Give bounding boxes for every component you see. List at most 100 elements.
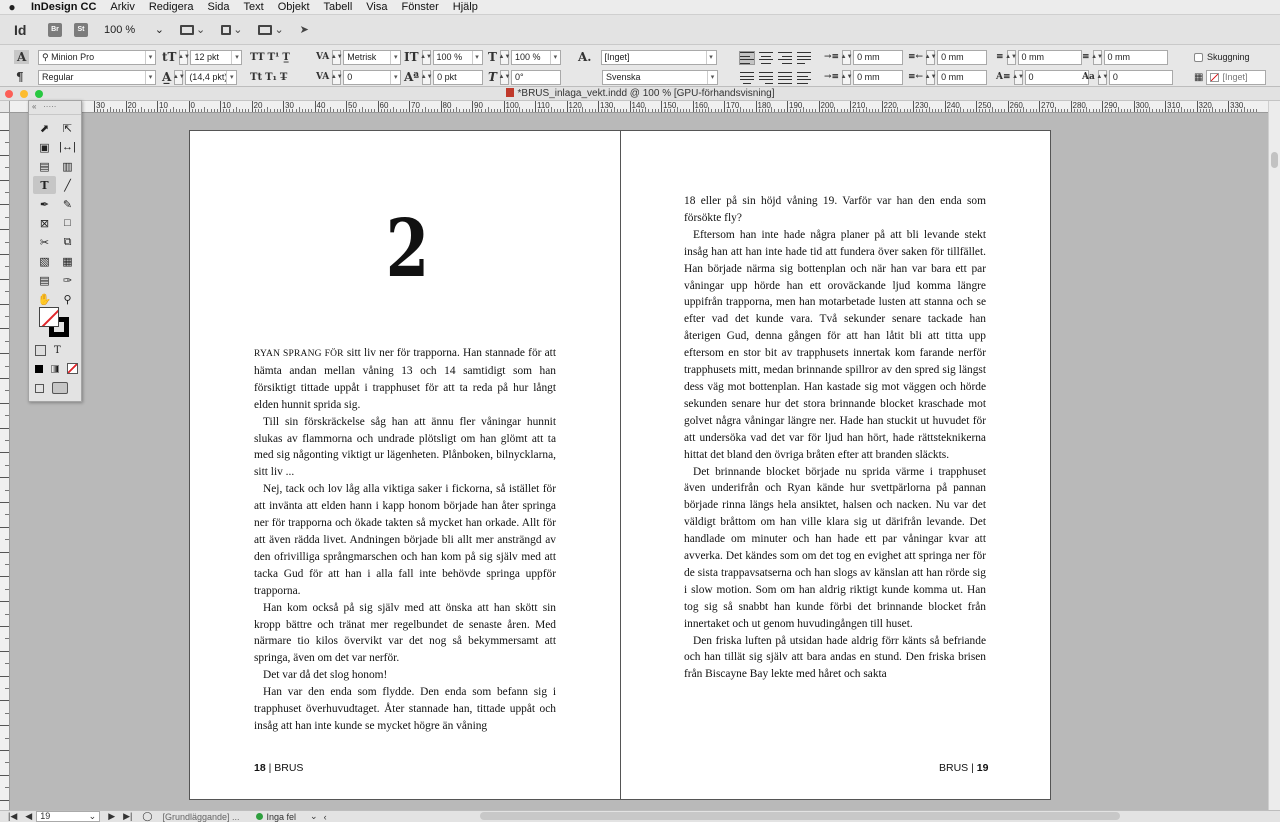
formatting-text-icon[interactable]: T: [54, 345, 61, 356]
gradient-swatch-tool-icon[interactable]: ▧: [33, 252, 56, 270]
apply-color-icon[interactable]: [35, 364, 43, 373]
tracking-stepper[interactable]: ▲▼: [331, 69, 343, 85]
kerning-stepper[interactable]: ▲▼: [331, 49, 343, 65]
menu-hjalp[interactable]: Hjälp: [446, 1, 485, 13]
leading-field[interactable]: (14,4 pkt) ▾: [185, 69, 238, 85]
menu-objekt[interactable]: Objekt: [271, 1, 317, 13]
scroll-left-icon[interactable]: ‹: [324, 812, 327, 822]
leading-stepper[interactable]: ▲▼: [173, 69, 185, 85]
justify-left-icon[interactable]: [797, 52, 811, 64]
page-tool-icon[interactable]: ▣: [33, 138, 56, 156]
font-size-stepper[interactable]: ▲▼: [178, 49, 190, 65]
paragraph-mode-button[interactable]: ¶: [16, 69, 27, 85]
justify-right-icon[interactable]: [759, 72, 773, 84]
horizontal-scale-field[interactable]: 100 % ▾: [510, 49, 561, 65]
left-text-frame[interactable]: RYAN SPRANG FÖR sitt liv ner för trappor…: [254, 345, 556, 735]
horizontal-scroll-thumb[interactable]: [480, 812, 1120, 820]
rectangle-tool-icon[interactable]: □: [56, 214, 79, 232]
align-spine-icon[interactable]: [797, 72, 811, 84]
tracking-field[interactable]: 0 ▾: [343, 69, 402, 85]
pen-tool-icon[interactable]: ✒: [33, 195, 56, 213]
drop-cap-lines-field[interactable]: 0: [1024, 69, 1089, 85]
superscript-icon[interactable]: T¹: [268, 52, 280, 63]
vertical-ruler[interactable]: [0, 113, 10, 810]
drop-cap-chars-stepper[interactable]: ▲▼: [1096, 69, 1108, 85]
first-line-indent-stepper[interactable]: ▲▼: [841, 69, 853, 85]
menu-fonster[interactable]: Fönster: [394, 1, 445, 13]
rectangle-frame-tool-icon[interactable]: ⊠: [33, 214, 56, 232]
free-transform-tool-icon[interactable]: ⧉: [56, 233, 79, 251]
screen-mode-button[interactable]: ⌄: [221, 23, 242, 36]
align-center-icon[interactable]: [759, 52, 773, 64]
stock-button[interactable]: St: [74, 22, 88, 37]
last-line-indent-field[interactable]: 0 mm: [937, 69, 988, 85]
shading-swatch-field[interactable]: [Inget]: [1206, 69, 1267, 85]
grid-icon[interactable]: ▦: [1194, 72, 1203, 83]
shading-toggle[interactable]: Skuggning: [1194, 49, 1250, 65]
right-indent-field[interactable]: 0 mm: [937, 49, 988, 65]
strikethrough-icon[interactable]: T̶: [280, 72, 287, 83]
space-before-stepper[interactable]: ▲▼: [1005, 49, 1017, 65]
selection-tool-icon[interactable]: ⬈: [33, 119, 56, 137]
pencil-tool-icon[interactable]: ✎: [56, 195, 79, 213]
eyedropper-tool-icon[interactable]: ✑: [56, 271, 79, 289]
menu-sida[interactable]: Sida: [201, 1, 237, 13]
character-style-field[interactable]: [Inget] ▾: [600, 49, 717, 65]
right-indent-stepper[interactable]: ▲▼: [925, 49, 937, 65]
small-caps-icon[interactable]: Tt: [250, 72, 262, 83]
first-page-button[interactable]: |◀: [8, 811, 17, 822]
next-page-button[interactable]: ▶: [108, 811, 115, 822]
formatting-container-icon[interactable]: [35, 345, 46, 356]
space-after-field[interactable]: 0 mm: [1103, 49, 1168, 65]
baseline-shift-field[interactable]: 0 pkt: [433, 69, 484, 85]
vertical-scale-stepper[interactable]: ▲▼: [420, 49, 432, 65]
gap-tool-icon[interactable]: |↔|: [56, 138, 79, 156]
fill-stroke-swatches[interactable]: [39, 307, 71, 339]
justify-center-icon[interactable]: [740, 72, 754, 84]
align-left-icon[interactable]: [739, 51, 755, 65]
horizontal-scale-stepper[interactable]: ▲▼: [499, 49, 510, 65]
font-style-field[interactable]: Regular ▾: [38, 69, 156, 85]
drop-cap-lines-stepper[interactable]: ▲▼: [1012, 69, 1024, 85]
apply-gradient-icon[interactable]: [51, 364, 59, 373]
font-family-field[interactable]: ⚲ Minion Pro ▾: [38, 49, 156, 65]
zoom-select[interactable]: 100 % ⌄: [104, 23, 164, 37]
right-text-frame[interactable]: 18 eller på sin höjd våning 19. Varför v…: [684, 193, 986, 683]
baseline-shift-stepper[interactable]: ▲▼: [421, 69, 433, 85]
menu-tabell[interactable]: Tabell: [317, 1, 360, 13]
publish-online-button[interactable]: ➤: [300, 23, 309, 36]
character-mode-button[interactable]: A: [14, 49, 32, 65]
scissors-tool-icon[interactable]: ✂: [33, 233, 56, 251]
view-options-button[interactable]: ⌄: [180, 23, 205, 36]
left-indent-stepper[interactable]: ▲▼: [841, 49, 853, 65]
first-line-indent-field[interactable]: 0 mm: [853, 69, 904, 85]
preflight-status[interactable]: Inga fel: [267, 812, 297, 822]
gradient-feather-tool-icon[interactable]: ▦: [56, 252, 79, 270]
last-line-indent-stepper[interactable]: ▲▼: [925, 69, 937, 85]
screen-mode-icon[interactable]: [52, 382, 68, 394]
skew-stepper[interactable]: ▲▼: [499, 69, 510, 85]
menu-text[interactable]: Text: [237, 1, 271, 13]
normal-view-icon[interactable]: [35, 383, 44, 393]
content-collector-icon[interactable]: ▤: [33, 157, 56, 175]
maximize-window-button[interactable]: [35, 90, 43, 98]
ruler-origin[interactable]: [0, 101, 10, 113]
vertical-scrollbar[interactable]: [1268, 101, 1280, 810]
vertical-scroll-thumb[interactable]: [1271, 152, 1278, 168]
skew-field[interactable]: 0°: [510, 69, 561, 85]
note-tool-icon[interactable]: ▤: [33, 271, 56, 289]
tools-panel-header[interactable]: « ·····: [29, 101, 81, 115]
hand-tool-icon[interactable]: ✋: [33, 290, 56, 308]
minimize-window-button[interactable]: [20, 90, 28, 98]
menu-redigera[interactable]: Redigera: [142, 1, 201, 13]
bridge-button[interactable]: Br: [48, 22, 62, 37]
type-tool-icon[interactable]: T: [33, 176, 56, 194]
underline-icon[interactable]: T̲: [282, 52, 289, 63]
page-number-field[interactable]: 19 ⌄: [36, 811, 101, 822]
shading-checkbox[interactable]: [1194, 52, 1203, 62]
line-tool-icon[interactable]: ╱: [56, 176, 79, 194]
style-status[interactable]: [Grundläggande] ...: [162, 812, 239, 822]
zoom-tool-icon[interactable]: ⚲: [56, 290, 79, 308]
language-field[interactable]: Svenska ▾: [602, 69, 718, 85]
subscript-icon[interactable]: T₁: [265, 72, 277, 83]
